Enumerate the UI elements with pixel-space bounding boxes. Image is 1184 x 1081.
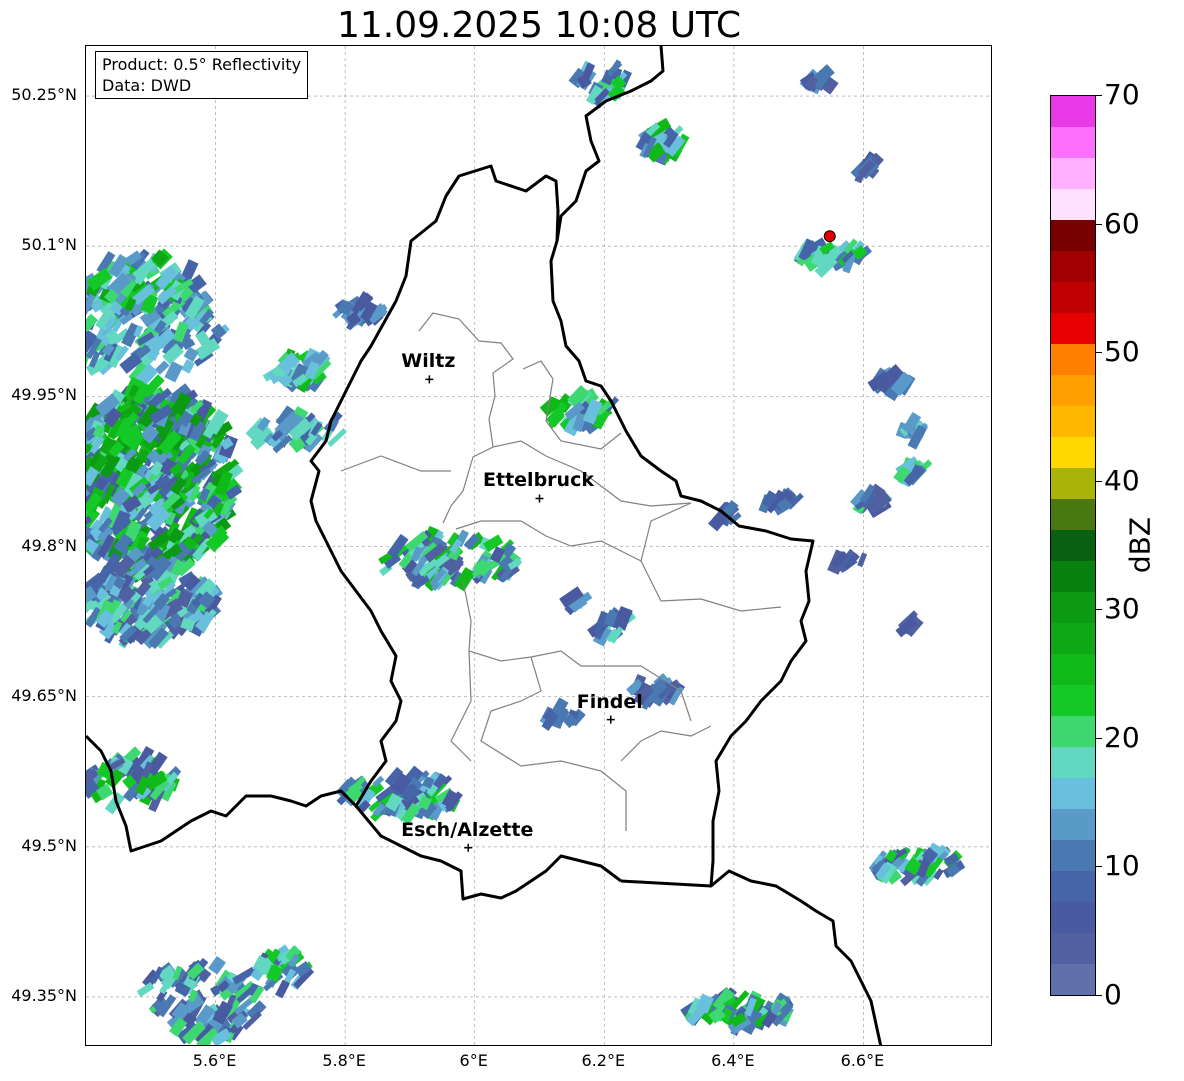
radar-echoes: [86, 59, 966, 1045]
colorbar-swatch: [1051, 406, 1095, 437]
colorbar-swatch: [1051, 468, 1095, 499]
colorbar-tick-label: 60: [1104, 206, 1140, 240]
colorbar-tick-label: 30: [1104, 592, 1140, 626]
latitude-tick-label: 49.95°N: [11, 385, 77, 405]
colorbar-swatch: [1051, 778, 1095, 809]
colorbar-swatch: [1051, 840, 1095, 871]
latitude-tick-label: 49.65°N: [11, 685, 77, 705]
latitude-tick-label: 49.5°N: [21, 835, 77, 855]
colorbar-label: dBZ: [1123, 516, 1157, 574]
colorbar-swatch: [1051, 158, 1095, 189]
radar-map[interactable]: [85, 45, 992, 1046]
colorbar: [1050, 95, 1096, 996]
latitude-tick-label: 50.25°N: [11, 85, 77, 105]
colorbar-swatch: [1051, 902, 1095, 933]
colorbar-swatch: [1051, 809, 1095, 840]
radar-site-marker: [823, 230, 836, 243]
radar-echo-cell: [857, 552, 868, 568]
map-title: 11.09.2025 10:08 UTC: [336, 5, 742, 46]
longitude-tick-label: 6°E: [459, 1051, 488, 1070]
city-label: Ettelbruck: [483, 469, 594, 492]
longitude-tick-label: 6.6°E: [840, 1051, 885, 1070]
colorbar-swatch: [1051, 747, 1095, 778]
longitude-tick-label: 6.4°E: [711, 1051, 755, 1070]
colorbar-tick-label: 0: [1104, 978, 1122, 1011]
colorbar-tick-label: 40: [1104, 463, 1140, 497]
latitude-tick-label: 50.1°N: [21, 235, 77, 255]
latitude-tick-label: 49.8°N: [21, 535, 77, 555]
city-label: Esch/Alzette: [401, 818, 534, 841]
colorbar-tick-mark: [1096, 737, 1102, 739]
colorbar-swatch: [1051, 96, 1095, 127]
colorbar-swatch: [1051, 437, 1095, 468]
latitude-tick-label: 49.35°N: [11, 985, 77, 1005]
city-marker-icon: [535, 494, 544, 503]
radar-echo-cell: [208, 955, 226, 975]
city-markers: [425, 375, 615, 852]
city-label: Findel: [576, 690, 643, 713]
colorbar-swatch: [1051, 220, 1095, 251]
colorbar-swatch: [1051, 282, 1095, 313]
colorbar-swatch: [1051, 375, 1095, 406]
graticule: [86, 46, 991, 1045]
colorbar-swatch: [1051, 871, 1095, 902]
colorbar-swatch: [1051, 623, 1095, 654]
colorbar-swatch: [1051, 189, 1095, 220]
info-box: Product: 0.5° Reflectivity Data: DWD: [95, 51, 309, 99]
colorbar-tick-label: 10: [1104, 849, 1140, 883]
colorbar-tick-label: 70: [1104, 78, 1140, 111]
colorbar-swatch: [1051, 127, 1095, 158]
colorbar-tick-mark: [1096, 223, 1102, 225]
colorbar-swatch: [1051, 964, 1095, 995]
colorbar-swatch: [1051, 716, 1095, 747]
colorbar-tick-label: 50: [1104, 335, 1140, 369]
city-marker-icon: [425, 375, 434, 384]
colorbar-swatch: [1051, 313, 1095, 344]
colorbar-tick-mark: [1096, 609, 1102, 611]
colorbar-swatch: [1051, 933, 1095, 964]
map-canvas: [86, 46, 991, 1045]
city-label: Wiltz: [401, 350, 456, 373]
colorbar-swatch: [1051, 251, 1095, 282]
colorbar-tick-mark: [1096, 866, 1102, 868]
colorbar-tick-mark: [1096, 95, 1102, 96]
colorbar-swatch: [1051, 685, 1095, 716]
longitude-tick-label: 6.2°E: [581, 1051, 626, 1070]
colorbar-swatch: [1051, 530, 1095, 561]
longitude-tick-label: 5.6°E: [192, 1051, 237, 1070]
colorbar-tick-label: 20: [1104, 720, 1140, 754]
colorbar-tick-mark: [1096, 995, 1102, 996]
colorbar-tick-mark: [1096, 352, 1102, 354]
colorbar-swatch: [1051, 592, 1095, 623]
product-label: Product: 0.5° Reflectivity: [102, 55, 302, 74]
colorbar-swatch: [1051, 499, 1095, 530]
colorbar-swatch: [1051, 654, 1095, 685]
colorbar-tick-mark: [1096, 480, 1102, 482]
city-marker-icon: [606, 715, 615, 724]
radar-echo-cell: [275, 979, 291, 999]
source-label: Data: DWD: [102, 76, 192, 95]
city-marker-icon: [464, 843, 473, 852]
colorbar-swatch: [1051, 561, 1095, 592]
colorbar-swatch: [1051, 344, 1095, 375]
longitude-tick-label: 5.8°E: [322, 1051, 366, 1070]
